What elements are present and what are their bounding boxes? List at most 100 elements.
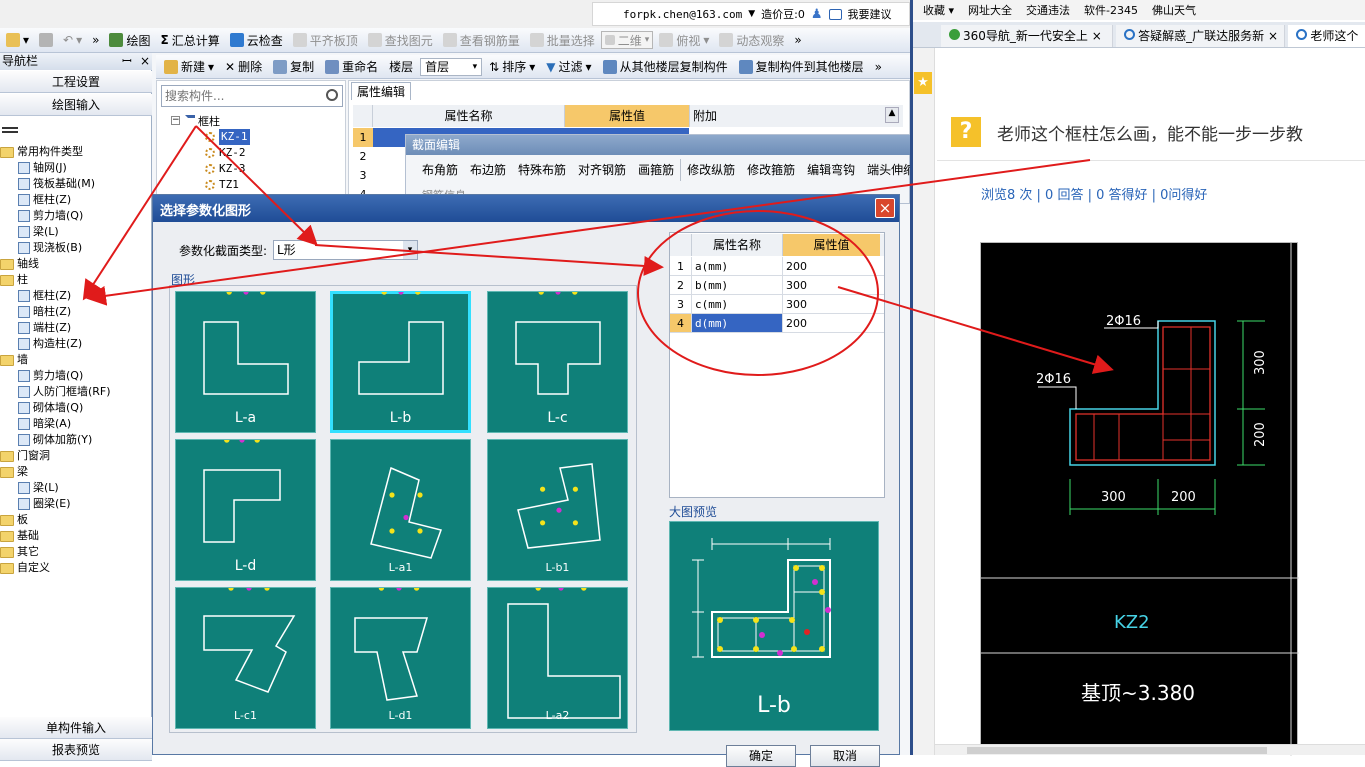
param-value-input[interactable]: 300 [783, 295, 880, 313]
sum-button[interactable]: Σ 汇总计算 [156, 29, 223, 51]
tree-toolbar-icon[interactable] [2, 127, 18, 133]
nav-item[interactable]: 端柱(Z) [0, 320, 152, 336]
column-list-item[interactable]: KZ-3 [205, 161, 345, 177]
shape-tile-l-c[interactable]: L-c [487, 291, 628, 433]
shape-tile-l-c1[interactable]: L-c1 [175, 587, 316, 729]
scroll-up-icon[interactable]: ▲ [885, 107, 899, 123]
shape-tile-l-b[interactable]: L-b [330, 291, 471, 433]
section-tool-6[interactable]: 修改箍筋 [741, 159, 801, 181]
star-icon[interactable]: ★ [914, 72, 932, 94]
shape-tile-l-b1[interactable]: L-b1 [487, 439, 628, 581]
report-preview-button[interactable]: 报表预览 [0, 739, 152, 761]
browser-tab-2[interactable]: 老师这个 [1288, 25, 1365, 47]
browser-scrollbar[interactable] [935, 744, 1365, 755]
shape-tile-l-a2[interactable]: L-a2 [487, 587, 628, 729]
section-tool-2[interactable]: 特殊布筋 [512, 159, 572, 181]
floor-select[interactable]: 首层 ▾ [420, 57, 483, 76]
more-icon[interactable]: » [790, 29, 805, 51]
nav-folder[interactable]: 其它 [0, 544, 152, 560]
view-rebar-button[interactable]: 查看钢筋量 [439, 29, 524, 51]
nav-folder[interactable]: 轴线 [0, 256, 152, 272]
chevron-down-icon[interactable]: ▼ [748, 9, 755, 19]
copy-from-floor-button[interactable]: 从其他楼层复制构件 [599, 56, 732, 78]
fav-link-0[interactable]: 网址大全 [968, 2, 1012, 18]
nav-folder[interactable]: 常用构件类型 [0, 144, 152, 160]
shape-tile-l-a1[interactable]: L-a1 [330, 439, 471, 581]
close-icon[interactable]: × [1092, 29, 1102, 43]
delete-button[interactable]: ✕ 删除 [221, 56, 266, 78]
close-icon[interactable]: × [140, 53, 150, 70]
find-elem-button[interactable]: 查找图元 [364, 29, 437, 51]
copy-button[interactable]: 复制 [269, 56, 318, 78]
param-value-input[interactable]: 200 [783, 314, 880, 332]
more-icon[interactable]: » [871, 56, 886, 78]
search-icon[interactable] [326, 89, 338, 101]
tree-collapse-icon[interactable]: − [171, 116, 180, 125]
fav-link-3[interactable]: 佛山天气 [1152, 2, 1196, 18]
cancel-button[interactable]: 取消 [810, 745, 880, 767]
section-tool-5[interactable]: 修改纵筋 [680, 159, 741, 181]
section-tool-7[interactable]: 编辑弯钩 [801, 159, 861, 181]
single-input-button[interactable]: 单构件输入 [0, 717, 152, 739]
shape-tile-l-a[interactable]: L-a [175, 291, 316, 433]
nav-folder[interactable]: 基础 [0, 528, 152, 544]
project-settings-button[interactable]: 工程设置 [0, 71, 152, 93]
nav-folder[interactable]: 墙 [0, 352, 152, 368]
save-button[interactable] [35, 29, 57, 51]
cloud-check-button[interactable]: 云检查 [226, 29, 287, 51]
scroll-thumb[interactable] [967, 747, 1267, 754]
browser-tab-1[interactable]: 答疑解惑_广联达服务新 × [1116, 25, 1286, 47]
more-icon[interactable]: » [88, 29, 103, 51]
property-tab[interactable]: 属性编辑 [351, 82, 411, 100]
top-view-button[interactable]: 俯视 ▾ [655, 29, 713, 51]
close-icon[interactable]: × [1268, 29, 1278, 43]
nav-item[interactable]: 框柱(Z) [0, 192, 152, 208]
nav-folder[interactable]: 梁 [0, 464, 152, 480]
param-row[interactable]: 4 d(mm) 200 [670, 314, 884, 333]
column-list-item[interactable]: KZ-1 [205, 129, 345, 145]
nav-item[interactable]: 砌体加筋(Y) [0, 432, 152, 448]
nav-item[interactable]: 框柱(Z) [0, 288, 152, 304]
param-row[interactable]: 3 c(mm) 300 [670, 295, 884, 314]
sort-button[interactable]: ⇅ 排序 ▾ [485, 56, 539, 78]
dialog-close-button[interactable]: × [875, 198, 895, 218]
nav-folder[interactable]: 柱 [0, 272, 152, 288]
new-button[interactable]: 新建 ▾ [160, 56, 218, 78]
comment-icon[interactable] [828, 8, 842, 20]
section-tool-1[interactable]: 布边筋 [464, 159, 512, 181]
nav-item[interactable]: 梁(L) [0, 480, 152, 496]
frame-column-node[interactable]: 框柱 [185, 113, 220, 129]
pin-icon[interactable]: ꟷ [122, 53, 132, 70]
nav-item[interactable]: 剪力墙(Q) [0, 208, 152, 224]
batch-select-button[interactable]: 批量选择 [526, 29, 599, 51]
param-row[interactable]: 2 b(mm) 300 [670, 276, 884, 295]
dyn-observe-button[interactable]: 动态观察 [715, 29, 788, 51]
column-list-item[interactable]: TZ1 [205, 177, 345, 193]
param-row[interactable]: 1 a(mm) 200 [670, 257, 884, 276]
browser-tab-0[interactable]: 360导航_新一代安全上 × [941, 25, 1114, 47]
nav-item[interactable]: 暗柱(Z) [0, 304, 152, 320]
nav-item[interactable]: 轴网(J) [0, 160, 152, 176]
nav-item[interactable]: 圈梁(E) [0, 496, 152, 512]
nav-folder[interactable]: 门窗洞 [0, 448, 152, 464]
nav-item[interactable]: 构造柱(Z) [0, 336, 152, 352]
rename-button[interactable]: 重命名 [321, 56, 382, 78]
draw-button[interactable]: 绘图 [105, 29, 154, 51]
param-value-input[interactable]: 200 [783, 257, 880, 275]
filter-button[interactable]: ▼ 过滤 ▾ [542, 56, 595, 78]
column-list-item[interactable]: KZ-2 [205, 145, 345, 161]
param-value-input[interactable]: 300 [783, 276, 880, 294]
nav-item[interactable]: 筏板基础(M) [0, 176, 152, 192]
undo-button[interactable]: ↶ ▾ [59, 29, 86, 51]
view-mode-select[interactable]: 二维 ▾ [600, 31, 654, 49]
search-input[interactable] [165, 87, 315, 105]
nav-folder[interactable]: 自定义 [0, 560, 152, 576]
nav-item[interactable]: 人防门框墙(RF) [0, 384, 152, 400]
draw-input-button[interactable]: 绘图输入 [0, 94, 152, 116]
open-button[interactable]: ▾ [2, 29, 33, 51]
shape-tile-l-d[interactable]: L-d [175, 439, 316, 581]
copy-to-floor-button[interactable]: 复制构件到其他楼层 [735, 56, 868, 78]
section-type-select[interactable]: L形 ▾ [273, 240, 418, 260]
favorites-button[interactable]: 收藏 ▾ [923, 2, 954, 18]
nav-item[interactable]: 砌体墙(Q) [0, 400, 152, 416]
